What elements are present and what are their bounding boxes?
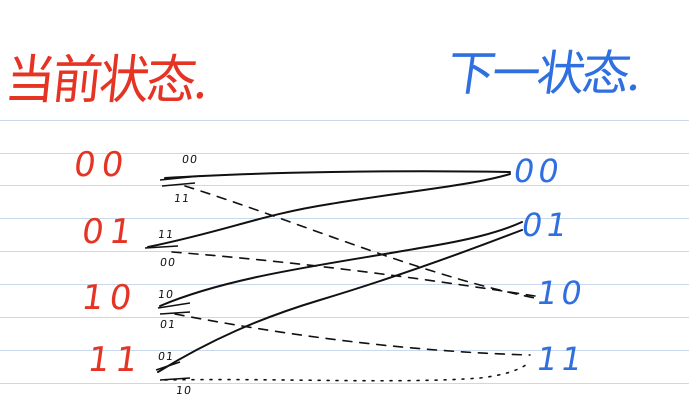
edge-label-01-lower: 00 <box>159 256 177 269</box>
trellis-diagram: 当前状态. 下一状态. 00 01 10 11 00 01 10 11 00 1… <box>0 0 689 405</box>
edge-label-00-upper: 00 <box>181 153 199 166</box>
edge-00-to-00 <box>164 170 511 179</box>
edge-label-00-lower: 11 <box>173 192 191 205</box>
current-state-10: 10 <box>79 278 141 318</box>
edge-11-to-11 <box>164 361 531 382</box>
current-state-01: 01 <box>79 212 141 252</box>
edge-label-10-upper: 10 <box>157 288 175 301</box>
node-tick-00-lower <box>161 182 196 187</box>
next-state-01: 01 <box>518 206 575 244</box>
current-state-00: 00 <box>71 145 133 185</box>
next-state-10: 10 <box>533 274 590 312</box>
edge-label-11-upper: 01 <box>157 350 175 363</box>
next-state-title: 下一状态. <box>443 46 644 102</box>
next-state-11: 11 <box>533 340 590 378</box>
current-state-title: 当前状态. <box>2 49 210 111</box>
edge-label-01-upper: 11 <box>157 228 175 241</box>
next-state-00: 00 <box>510 152 567 190</box>
edge-label-11-lower: 10 <box>175 384 193 397</box>
edge-11-to-01 <box>157 229 523 373</box>
current-state-11: 11 <box>85 340 147 380</box>
edge-label-10-lower: 01 <box>159 318 177 331</box>
